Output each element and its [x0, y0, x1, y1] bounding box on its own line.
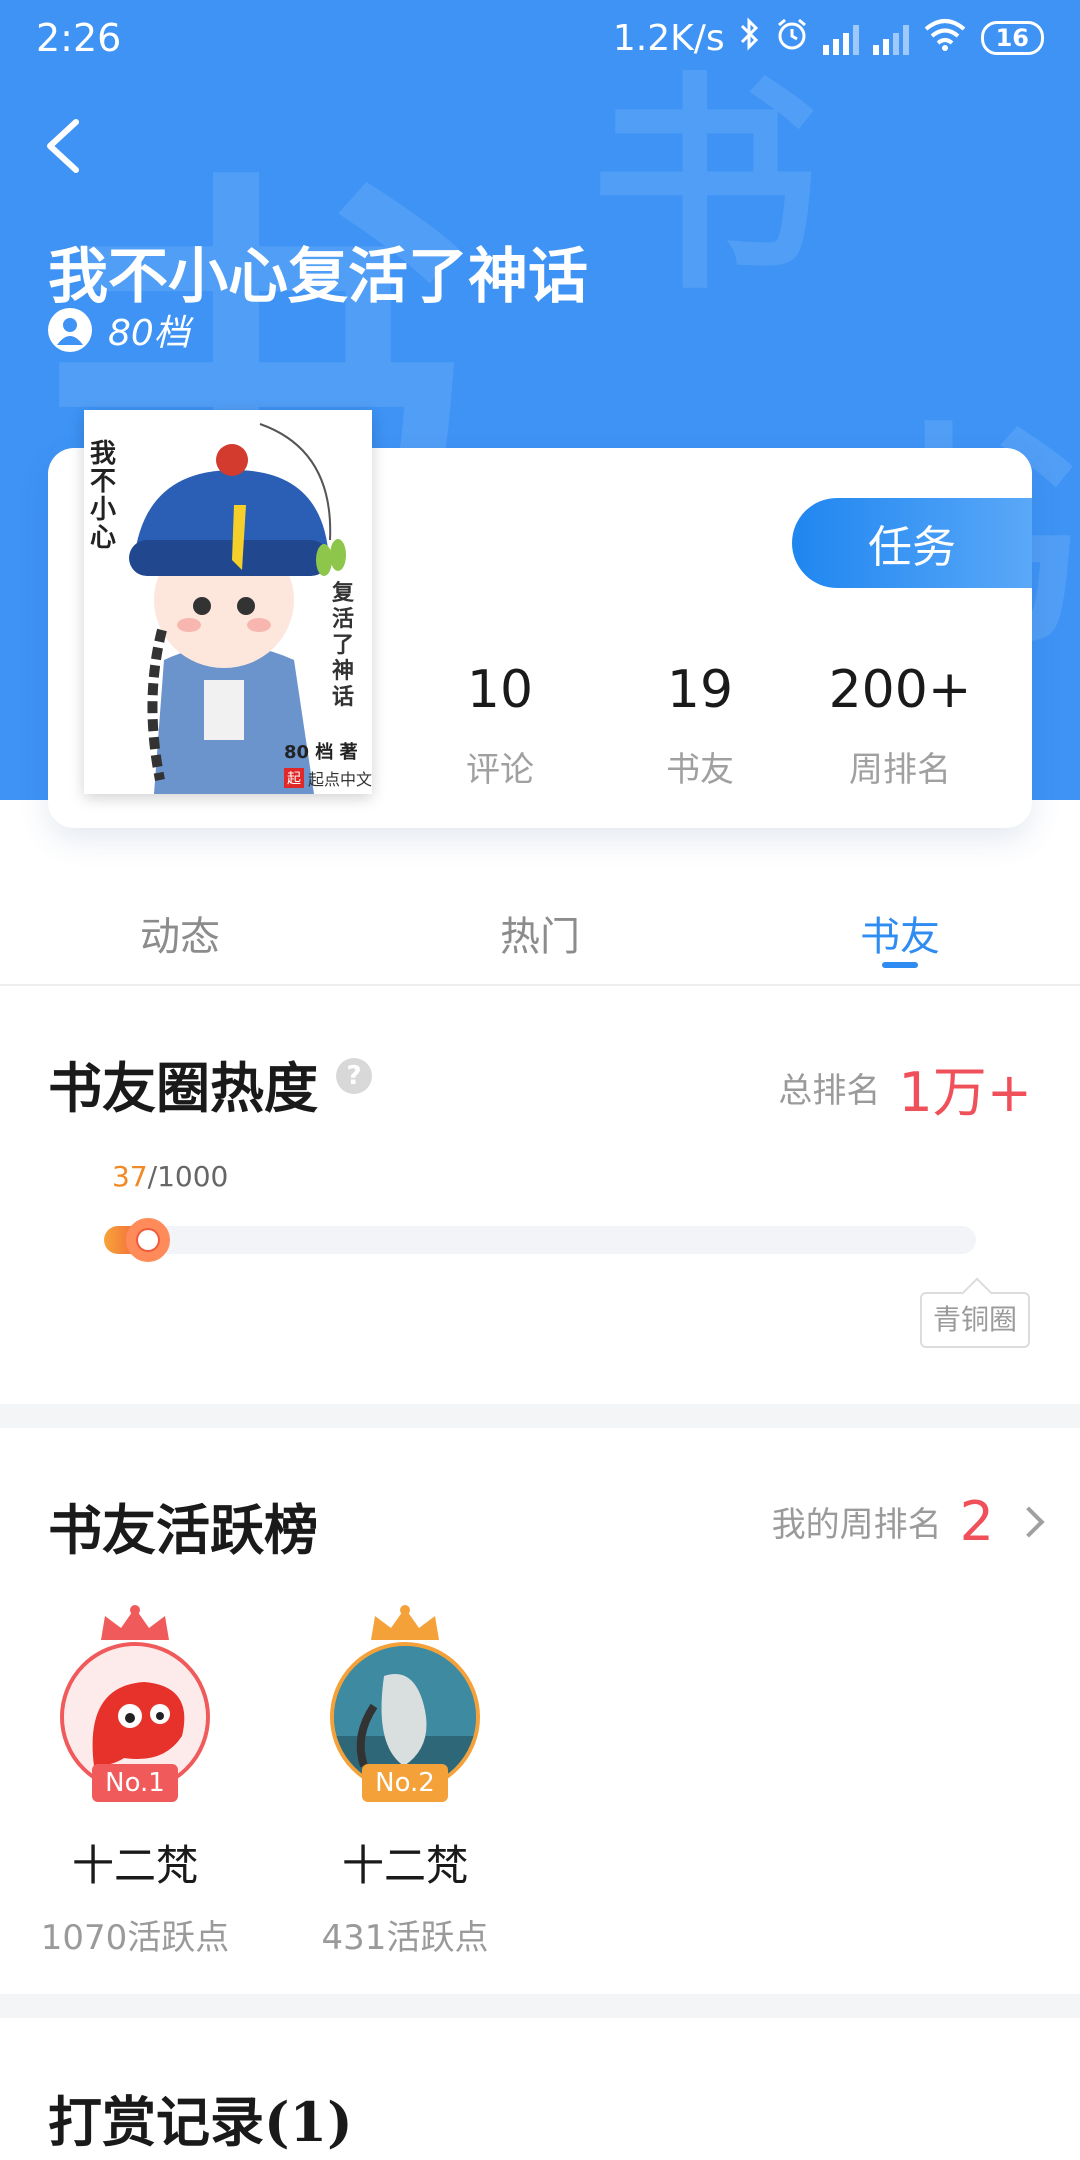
- stat-readers[interactable]: 19 书友: [600, 660, 800, 791]
- tab-activity[interactable]: 动态: [0, 868, 360, 984]
- stat-value: 200+: [828, 660, 972, 720]
- heat-progress-current: 37: [112, 1160, 148, 1193]
- cover-subtitle-text: 复活了神话: [332, 580, 355, 710]
- stat-comments[interactable]: 10 评论: [400, 660, 600, 791]
- tab-popular[interactable]: 热门: [360, 868, 720, 984]
- my-weekly-rank[interactable]: 我的周排名 2: [771, 1490, 1045, 1553]
- question-icon[interactable]: ?: [336, 1058, 372, 1094]
- stat-weekly-rank[interactable]: 200+ 周排名: [800, 660, 1000, 791]
- my-rank-label: 我的周排名: [771, 1505, 942, 1545]
- signal-icon: [872, 21, 909, 55]
- total-rank: 总排名 1万+: [778, 1048, 1032, 1127]
- book-stats: 10 评论 19 书友 200+ 周排名: [400, 660, 1000, 791]
- tab-readers[interactable]: 书友: [720, 868, 1080, 984]
- cover-title-text: 我不小心: [90, 439, 117, 553]
- task-button[interactable]: 任务: [792, 498, 1032, 588]
- status-icons: 1.2K/s 16: [612, 16, 1044, 60]
- tab-bar: 动态 热门 书友: [0, 868, 1080, 986]
- network-speed: 1.2K/s: [612, 17, 725, 59]
- alarm-icon: [775, 17, 809, 60]
- status-time: 2:26: [36, 16, 122, 60]
- cover-author-text: 80 档 著: [284, 742, 358, 763]
- active-board-title: 书友活跃榜: [48, 1498, 318, 1562]
- crown-icon: [101, 1605, 169, 1640]
- chevron-right-icon: [1013, 1505, 1045, 1538]
- wifi-icon: [923, 17, 967, 60]
- member-name: 十二梵: [341, 1841, 468, 1890]
- battery-icon: 16: [980, 21, 1044, 55]
- rank-badge: No.1: [92, 1764, 178, 1802]
- rewards-title: 打赏记录(1): [48, 2090, 353, 2154]
- member-points: 431活跃点: [321, 1918, 489, 1958]
- crown-icon: [371, 1605, 439, 1640]
- section-divider: [0, 1404, 1080, 1428]
- stat-label: 周排名: [849, 750, 951, 790]
- member-name: 十二梵: [71, 1841, 198, 1890]
- bluetooth-icon: [739, 16, 761, 60]
- book-cover[interactable]: 我不小心 复活了神话 80 档 著 起 起点中文: [84, 410, 372, 794]
- stat-label: 评论: [466, 750, 534, 790]
- my-rank-value: 2: [959, 1490, 994, 1553]
- status-bar: 2:26 1.2K/s 16: [0, 0, 1080, 76]
- total-rank-value: 1万+: [898, 1061, 1032, 1124]
- level-tag: 青铜圈: [920, 1292, 1030, 1348]
- publisher-logo: 起 起点中文: [284, 766, 372, 790]
- publisher-icon: 起: [284, 768, 304, 788]
- rank-badge: No.2: [362, 1764, 448, 1802]
- cover-illustration: [84, 410, 372, 794]
- heat-progress-knob: [126, 1218, 170, 1262]
- heat-section-title: 书友圈热度: [48, 1056, 318, 1120]
- stat-value: 10: [466, 660, 534, 720]
- book-title: 我不小心复活了神话: [48, 242, 588, 312]
- member-points: 1070活跃点: [40, 1918, 230, 1958]
- signal-icon: [822, 21, 859, 55]
- publisher-name: 起点中文: [308, 770, 372, 789]
- author-row[interactable]: 80档: [48, 304, 190, 356]
- stat-value: 19: [666, 660, 734, 720]
- author-name: 80档: [108, 313, 190, 354]
- heat-progress-text: 37/1000: [112, 1160, 228, 1193]
- section-divider: [0, 1994, 1080, 2018]
- chevron-left-icon: [47, 119, 79, 173]
- heat-progress-total: /1000: [147, 1160, 229, 1193]
- heat-progress-bar: [104, 1218, 976, 1262]
- user-icon: [48, 308, 92, 352]
- total-rank-label: 总排名: [778, 1071, 881, 1111]
- stat-label: 书友: [666, 750, 734, 790]
- back-button[interactable]: [36, 110, 96, 180]
